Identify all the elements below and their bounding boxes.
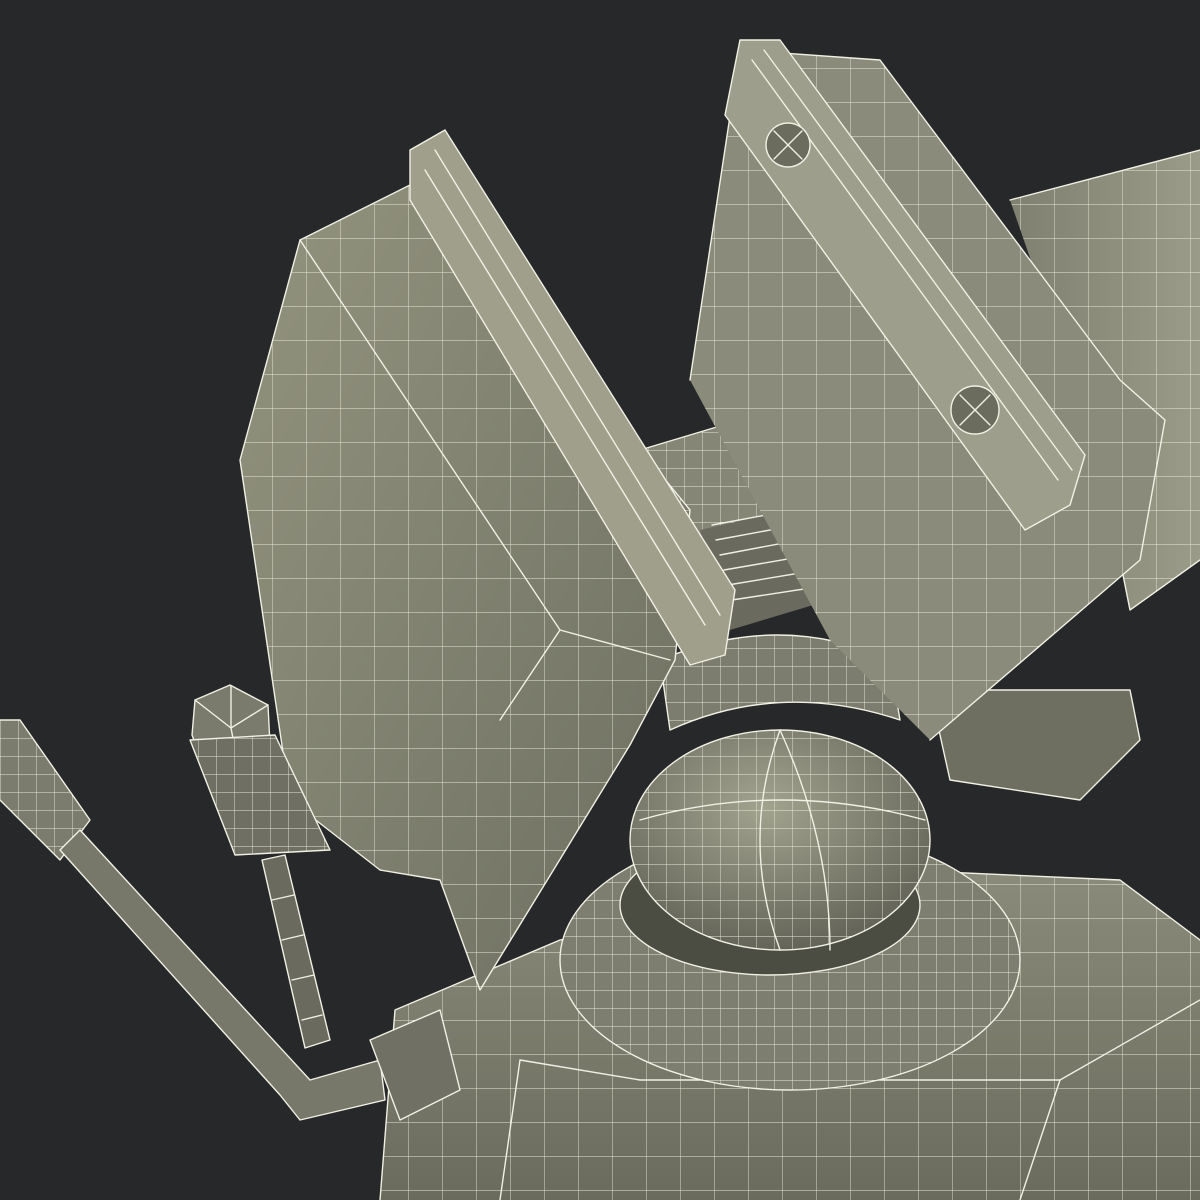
vise-model bbox=[0, 39, 1200, 1200]
screw-head-icon bbox=[765, 122, 811, 168]
ball-joint bbox=[629, 729, 931, 951]
render-viewport bbox=[0, 0, 1200, 1200]
screw-head-icon bbox=[950, 385, 1000, 435]
